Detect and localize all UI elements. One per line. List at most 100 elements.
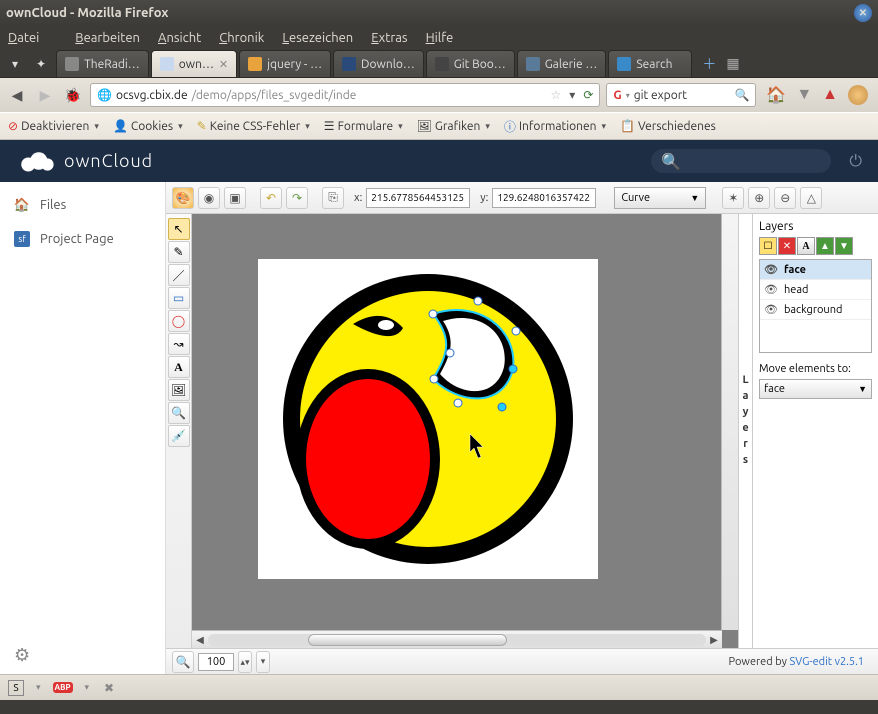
home-button[interactable]: 🏠: [766, 85, 786, 105]
y-coord-input[interactable]: 129.6248016357422: [492, 188, 596, 208]
source-button[interactable]: ▣: [224, 187, 246, 209]
node-link-button[interactable]: ✶: [722, 187, 744, 209]
menu-extras[interactable]: Extras: [371, 31, 407, 45]
settings-gear-icon[interactable]: ⚙: [14, 645, 30, 666]
svgedit-link[interactable]: SVG-edit v2.5.1: [789, 656, 864, 668]
undo-button[interactable]: ↶: [260, 187, 282, 209]
clone-button[interactable]: ⎘: [322, 187, 344, 209]
dev-info[interactable]: ⓘInformationen: [504, 118, 606, 135]
dev-misc[interactable]: 📋Verschiedenes: [620, 119, 716, 133]
navigation-toolbar: ◀ ▶ 🐞 🌐 ocsvg.cbix.de/demo/apps/files_sv…: [0, 78, 878, 112]
dev-deactivate[interactable]: ⊘Deaktivieren: [8, 119, 99, 133]
ext-status-icon[interactable]: ✖: [101, 680, 117, 696]
owncloud-search-input[interactable]: 🔍: [651, 149, 831, 173]
forward-button[interactable]: ▶: [34, 84, 56, 106]
editor-toolbar-top: 🎨 ◉ ▣ ↶ ↷ ⎘ x: 215.6778564453125 y: 129.…: [166, 182, 878, 214]
image-tool[interactable]: 🖼: [168, 379, 190, 401]
back-button[interactable]: ◀: [6, 84, 28, 106]
main-menu-button[interactable]: 🎨: [172, 187, 194, 209]
search-engine-icon[interactable]: G: [613, 89, 621, 102]
menu-view[interactable]: Ansicht: [158, 31, 201, 45]
text-tool[interactable]: A: [168, 356, 190, 378]
adblock-icon[interactable]: ABP: [53, 682, 73, 693]
x-coord-input[interactable]: 215.6778564453125: [366, 188, 470, 208]
browser-tab[interactable]: own…✕: [151, 50, 237, 77]
horizontal-scrollbar[interactable]: ◀▶: [192, 630, 722, 648]
redo-button[interactable]: ↷: [286, 187, 308, 209]
layer-delete-button[interactable]: ✕: [778, 237, 796, 255]
owncloud-logo[interactable]: ownCloud: [16, 148, 153, 174]
logout-button[interactable]: ⏻: [849, 152, 862, 171]
bookmark-star-icon[interactable]: ☆: [551, 88, 562, 102]
eye-icon[interactable]: 👁: [764, 303, 778, 316]
eyedropper-tool[interactable]: 💉: [168, 425, 190, 447]
new-tab-button[interactable]: ＋: [702, 54, 716, 74]
ext-icon[interactable]: ▲: [822, 85, 838, 105]
owncloud-header: ownCloud 🔍 ⏻: [0, 140, 878, 182]
segment-type-select[interactable]: Curve▼: [614, 187, 706, 209]
greasemonkey-icon[interactable]: [848, 85, 868, 105]
rect-tool[interactable]: ▭: [168, 287, 190, 309]
reload-button[interactable]: ⟳: [583, 88, 593, 102]
browser-tab[interactable]: Downlo…: [333, 50, 424, 77]
path-tool[interactable]: ↝: [168, 333, 190, 355]
eye-icon[interactable]: 👁: [764, 263, 778, 276]
firebug-icon[interactable]: 🐞: [62, 84, 84, 106]
tab-group-button[interactable]: ✦: [28, 50, 54, 77]
browser-tab[interactable]: Search: [608, 50, 692, 77]
dev-cookies[interactable]: 👤Cookies: [113, 119, 183, 133]
menu-edit[interactable]: Bearbeiten: [75, 31, 140, 45]
node-add-button[interactable]: ⊕: [748, 187, 770, 209]
ellipse-tool[interactable]: ◯: [168, 310, 190, 332]
menu-file[interactable]: Datei: [8, 31, 57, 45]
zoom-stepper[interactable]: ▴▾: [238, 651, 252, 673]
wireframe-button[interactable]: ◉: [198, 187, 220, 209]
dev-css[interactable]: ✎Keine CSS-Fehler: [197, 119, 310, 133]
search-input[interactable]: G ▾ git export 🔍: [606, 83, 756, 107]
all-tabs-button[interactable]: ▦: [726, 55, 739, 72]
browser-tab[interactable]: jquery - …: [239, 50, 331, 77]
node-open-button[interactable]: △: [800, 187, 822, 209]
noscript-icon[interactable]: S: [8, 680, 24, 696]
dev-graphics[interactable]: 🖼Grafiken: [417, 119, 490, 133]
layer-row[interactable]: 👁background: [760, 300, 871, 320]
canvas[interactable]: ◀▶: [192, 214, 738, 648]
close-tab-icon[interactable]: ✕: [219, 58, 228, 71]
search-icon[interactable]: 🔍: [734, 88, 749, 102]
menu-help[interactable]: Hilfe: [426, 31, 454, 45]
layer-new-button[interactable]: ☐: [759, 237, 777, 255]
browser-tab[interactable]: Git Boo…: [426, 50, 515, 77]
downloads-button[interactable]: ▼: [796, 85, 812, 105]
editor-tools-left: ↖ ✎ ／ ▭ ◯ ↝ A 🖼 🔍 💉: [166, 214, 192, 648]
zoom-tool-button[interactable]: 🔍: [172, 651, 194, 673]
select-tool[interactable]: ↖: [168, 218, 190, 240]
dev-forms[interactable]: ☰Formulare: [324, 119, 403, 133]
powered-by: Powered by SVG-edit v2.5.1: [729, 656, 872, 668]
site-identity-icon[interactable]: 🌐: [97, 88, 112, 102]
browser-tab[interactable]: TheRadi…: [56, 50, 149, 77]
layer-list: 👁face 👁head 👁background: [759, 259, 872, 353]
sidebar-item-files[interactable]: 🏠 Files: [0, 188, 165, 222]
node-del-button[interactable]: ⊖: [774, 187, 796, 209]
tab-list-button[interactable]: ▾: [4, 50, 26, 77]
layers-panel-toggle[interactable]: Layers: [738, 214, 752, 648]
sidebar-item-project[interactable]: sf Project Page: [0, 222, 165, 256]
zoom-input[interactable]: 100: [198, 653, 234, 671]
eye-icon[interactable]: 👁: [764, 283, 778, 296]
move-elements-select[interactable]: face▼: [759, 379, 872, 399]
layers-panel: Layers ☐ ✕ A ▲ ▼ 👁face 👁head 👁background…: [752, 214, 878, 648]
menu-history[interactable]: Chronik: [219, 31, 264, 45]
layer-up-button[interactable]: ▲: [816, 237, 834, 255]
layer-rename-button[interactable]: A: [797, 237, 815, 255]
pencil-tool[interactable]: ✎: [168, 241, 190, 263]
browser-tab[interactable]: Galerie …: [517, 50, 607, 77]
zoom-dropdown[interactable]: ▾: [256, 651, 270, 673]
window-close-button[interactable]: ✕: [854, 4, 872, 22]
layer-row[interactable]: 👁face: [760, 260, 871, 280]
zoom-tool[interactable]: 🔍: [168, 402, 190, 424]
menu-bookmarks[interactable]: Lesezeichen: [282, 31, 353, 45]
layer-row[interactable]: 👁head: [760, 280, 871, 300]
url-input[interactable]: 🌐 ocsvg.cbix.de/demo/apps/files_svgedit/…: [90, 83, 600, 107]
line-tool[interactable]: ／: [168, 264, 190, 286]
layer-down-button[interactable]: ▼: [835, 237, 853, 255]
